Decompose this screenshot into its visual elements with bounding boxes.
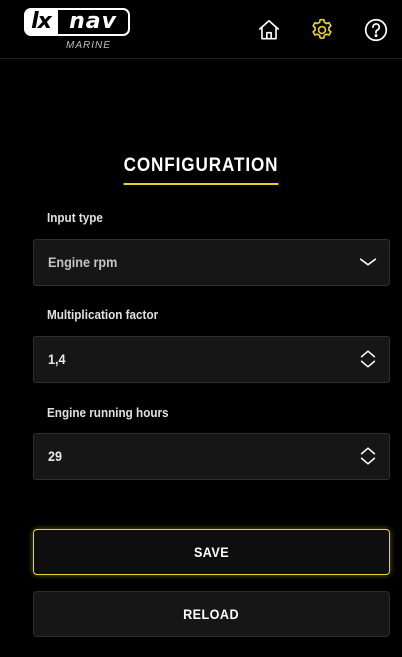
up-down-arrows-icon[interactable] [357, 348, 379, 370]
lxnav-marine-logo[interactable]: lx nav MARINE [24, 8, 134, 54]
logo-subtitle: MARINE [66, 40, 111, 51]
reload-button[interactable]: RELOAD [33, 591, 390, 637]
logo-nav-text: nav [58, 8, 130, 36]
logo-lx-text: lx [24, 8, 58, 36]
home-icon[interactable] [256, 17, 282, 43]
help-icon[interactable] [363, 17, 389, 43]
multiplication-factor-stepper[interactable]: 1,4 [33, 336, 390, 383]
up-down-arrows-icon[interactable] [357, 445, 379, 467]
engine-running-hours-stepper[interactable]: 29 [33, 433, 390, 480]
page-title: CONFIGURATION [0, 155, 402, 185]
app-header: lx nav MARINE [0, 0, 402, 59]
input-type-value: Engine rpm [48, 254, 118, 270]
multiplication-factor-label: Multiplication factor [47, 307, 159, 322]
input-type-select[interactable]: Engine rpm [33, 239, 390, 286]
gear-icon[interactable] [309, 17, 335, 43]
chevron-down-icon[interactable] [357, 251, 379, 273]
save-button[interactable]: SAVE [33, 529, 390, 575]
page-title-text: CONFIGURATION [123, 155, 279, 185]
input-type-label: Input type [47, 210, 103, 225]
multiplication-factor-value: 1,4 [48, 351, 66, 367]
engine-running-hours-label: Engine running hours [47, 405, 169, 420]
reload-button-label: RELOAD [183, 606, 240, 622]
save-button-label: SAVE [193, 544, 230, 560]
engine-running-hours-value: 29 [48, 448, 63, 464]
